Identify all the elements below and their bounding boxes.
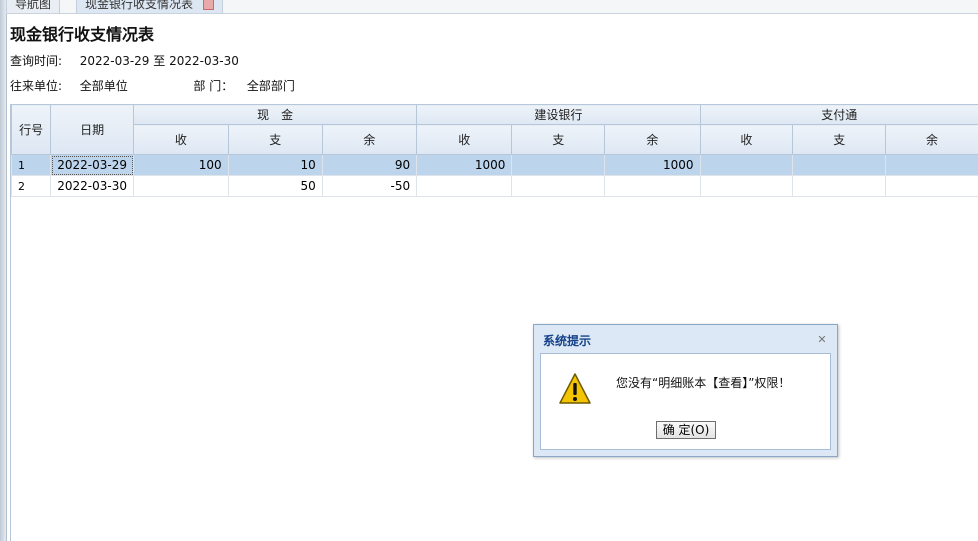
header-cash-balance[interactable]: 余 [321,124,418,155]
header-zft-out[interactable]: 支 [792,124,887,155]
department-label: 部 门： [193,79,234,93]
report-grid: 行号 日期 现 金 建设银行 支付通 收 支 余 收 支 余 收 支 余 1 2… [10,104,978,541]
cell-zft-out[interactable] [792,175,887,197]
cell-cash-out[interactable]: 50 [227,175,323,197]
header-ccb-in[interactable]: 收 [416,124,513,155]
tab-navigation[interactable]: 导航图 [6,0,61,13]
row-number: 2 [11,175,52,197]
query-time-to: 2022-03-30 [169,54,239,68]
header-cash-out[interactable]: 支 [227,124,323,155]
filter-row: 往来单位: 全部单位 部 门： 全部部门 [10,77,295,94]
cell-zft-balance[interactable] [885,175,978,197]
dialog-message: 您没有“明细账本【查看】”权限！ [616,376,791,390]
header-group-zhifutong: 支付通 [699,104,978,125]
cell-zft-balance[interactable] [885,154,978,176]
row-date[interactable]: 2022-03-29 [50,154,134,176]
header-group-cash: 现 金 [132,104,418,125]
page-title: 现金银行收支情况表 [10,25,155,44]
header-rownum[interactable]: 行号 [11,104,52,155]
header-ccb-balance[interactable]: 余 [604,124,701,155]
cell-ccb-out[interactable] [511,175,606,197]
cell-ccb-in[interactable] [416,175,513,197]
tab-close-icon[interactable] [202,0,214,10]
query-time-from: 2022-03-29 [79,54,150,68]
department-value: 全部部门 [246,79,295,93]
tab-label: 现金银行收支情况表 [85,0,194,11]
cell-cash-balance[interactable]: -50 [321,175,418,197]
tab-label: 导航图 [15,0,52,11]
cell-ccb-balance[interactable]: 1000 [604,154,701,176]
cell-ccb-in[interactable]: 1000 [416,154,513,176]
cell-ccb-out[interactable] [511,154,606,176]
cell-cash-in[interactable] [133,175,229,197]
cell-zft-in[interactable] [699,154,794,176]
system-alert-dialog: 系统提示 ✕ 您没有“明细账本【查看】”权限！ 确 定(O) [533,324,838,457]
query-time-separator: 至 [153,54,166,68]
tab-bar: 导航图 现金银行收支情况表 [6,0,978,14]
unit-label: 往来单位: [10,79,63,93]
ok-button[interactable]: 确 定(O) [656,421,716,439]
report-table: 行号 日期 现 金 建设银行 支付通 收 支 余 收 支 余 收 支 余 1 2… [11,104,978,197]
close-icon[interactable]: ✕ [816,334,828,346]
table-row[interactable]: 2 2022-03-30 50 -50 [11,175,978,197]
cell-zft-out[interactable] [792,154,887,176]
dialog-body: 您没有“明细账本【查看】”权限！ 确 定(O) [540,353,831,450]
header-cash-in[interactable]: 收 [133,124,229,155]
header-zft-in[interactable]: 收 [699,124,794,155]
header-zft-balance[interactable]: 余 [885,124,978,155]
window-left-edge [0,0,7,541]
row-date[interactable]: 2022-03-30 [50,175,134,197]
cell-ccb-balance[interactable] [604,175,701,197]
unit-value: 全部单位 [79,79,128,93]
warning-icon [559,373,591,404]
tab-cash-bank-report[interactable]: 现金银行收支情况表 [76,0,223,13]
dialog-title: 系统提示 [543,334,592,348]
header-group-ccb: 建设银行 [416,104,701,125]
row-number: 1 [11,154,52,176]
table-row[interactable]: 1 2022-03-29 100 10 90 1000 1000 [11,154,978,176]
header-ccb-out[interactable]: 支 [511,124,606,155]
header-date[interactable]: 日期 [50,104,134,155]
cell-zft-in[interactable] [699,175,794,197]
cell-cash-out[interactable]: 10 [227,154,323,176]
query-time-row: 查询时间: 2022-03-29 至 2022-03-30 [10,52,239,69]
query-time-label: 查询时间: [10,54,63,68]
cell-cash-balance[interactable]: 90 [321,154,418,176]
cell-cash-in[interactable]: 100 [133,154,229,176]
